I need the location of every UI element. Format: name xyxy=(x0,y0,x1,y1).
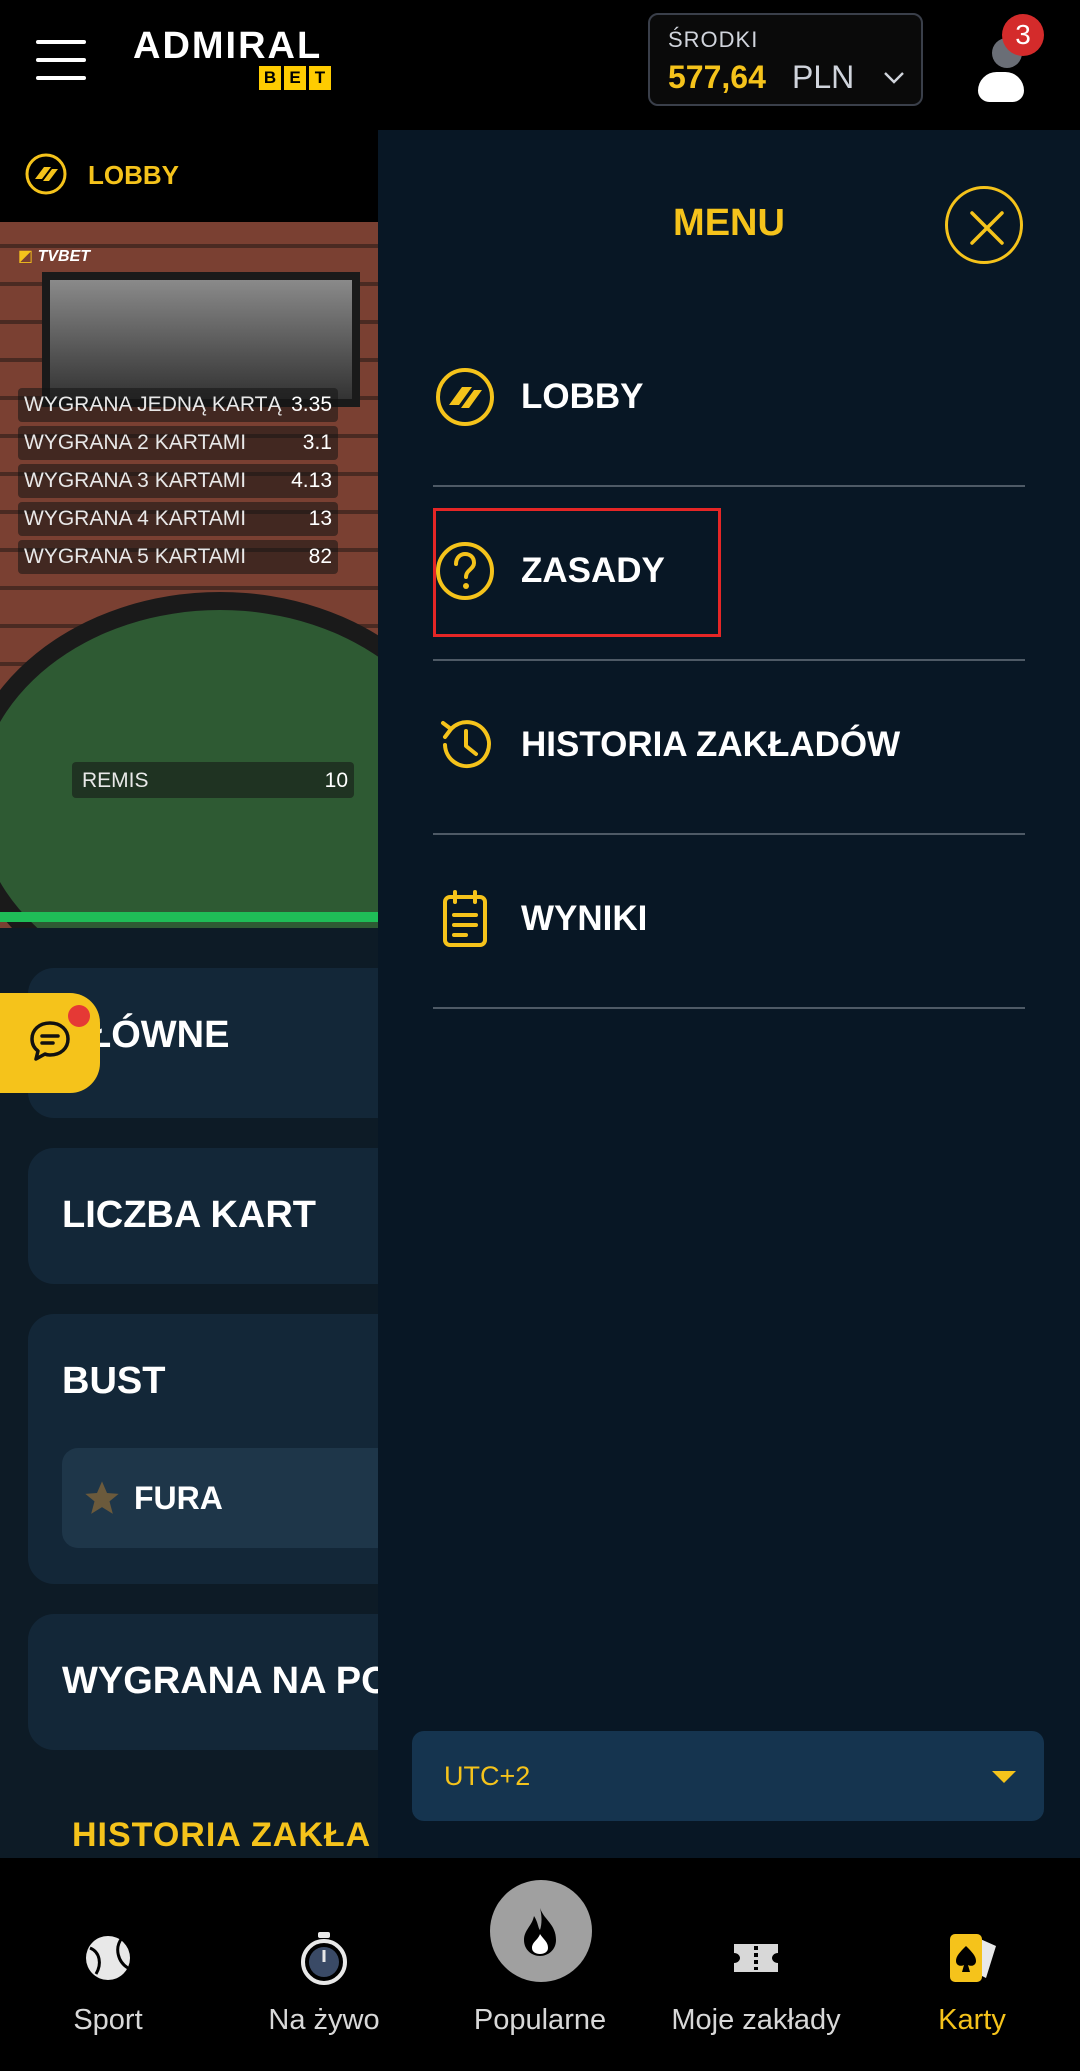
nav-sport[interactable]: Sport xyxy=(0,1858,216,2071)
menu-item-historia-zakladow[interactable]: HISTORIA ZAKŁADÓW xyxy=(433,661,1025,833)
section-title: WYGRANA NA PO xyxy=(62,1660,378,1702)
card-table xyxy=(0,592,378,928)
odds-row: WYGRANA 3 KARTAMI 4.13 xyxy=(18,464,338,498)
ball-icon xyxy=(86,1936,130,1980)
nav-moje-zaklady[interactable]: Moje zakłady xyxy=(648,1858,864,2071)
bet-section-bust[interactable]: BUST FURA xyxy=(28,1314,378,1584)
logo-bet: B E T xyxy=(259,66,331,90)
history-link[interactable]: HISTORIA ZAKŁA xyxy=(72,1816,371,1855)
remis-row: REMIS 10 xyxy=(72,762,354,798)
balance-label: ŚRODKI xyxy=(668,27,759,52)
round-progress-bar xyxy=(0,912,378,922)
menu-drawer: MENU LOBBY ZASADY HISTORIA ZAKŁADÓW WYNI… xyxy=(378,130,1080,1858)
history-icon xyxy=(441,720,491,769)
nav-popularne[interactable]: Popularne xyxy=(432,1858,648,2071)
bet-section-wygrana-na-po[interactable]: WYGRANA NA PO xyxy=(28,1614,378,1750)
lobby-icon xyxy=(25,153,67,195)
odds-value: 4.13 xyxy=(291,469,332,492)
stopwatch-icon xyxy=(301,1932,347,1985)
logo-letter: E xyxy=(284,66,306,90)
timezone-select[interactable]: UTC+2 xyxy=(412,1731,1044,1821)
odds-row: WYGRANA 2 KARTAMI 3.1 xyxy=(18,426,338,460)
balance-amount: 577,64 xyxy=(668,59,766,95)
user-account-button[interactable]: 3 xyxy=(970,14,1050,104)
progress-fill xyxy=(0,912,378,922)
odds-value: 3.35 xyxy=(291,393,332,416)
odds-label: WYGRANA 5 KARTAMI xyxy=(24,545,247,568)
nav-label: Popularne xyxy=(473,2004,607,2036)
odds-label: WYGRANA 4 KARTAMI xyxy=(24,507,247,530)
admiralbet-logo[interactable]: ADMIRAL B E T xyxy=(133,26,343,96)
close-menu-button[interactable] xyxy=(945,186,1023,264)
provider-label: TVBET xyxy=(37,248,91,265)
clipboard-icon xyxy=(443,890,487,947)
nav-label: Karty xyxy=(938,2004,1006,2036)
chat-notification-dot xyxy=(68,1005,90,1027)
odds-label: WYGRANA JEDNĄ KARTĄ xyxy=(24,393,282,416)
bet-option-fura[interactable]: FURA xyxy=(62,1448,378,1548)
menu-item-label: LOBBY xyxy=(521,377,644,416)
selection-highlight xyxy=(433,508,721,637)
lobby-label: LOBBY xyxy=(88,160,179,190)
section-title: LICZBA KART xyxy=(62,1194,316,1236)
odds-value: 82 xyxy=(308,545,332,568)
notification-badge: 3 xyxy=(1002,14,1044,56)
odds-row: WYGRANA 4 KARTAMI 13 xyxy=(18,502,338,536)
ticket-icon xyxy=(734,1944,778,1972)
timezone-value: UTC+2 xyxy=(444,1761,531,1791)
user-icon-body xyxy=(978,72,1024,102)
top-header: ADMIRAL B E T ŚRODKI 577,64 PLN 3 xyxy=(0,0,1080,130)
odds-row: WYGRANA 5 KARTAMI 82 xyxy=(18,540,338,574)
odds-list: WYGRANA JEDNĄ KARTĄ 3.35 WYGRANA 2 KARTA… xyxy=(18,388,338,578)
odds-value: 3.1 xyxy=(302,431,332,454)
section-title: BUST xyxy=(62,1360,166,1402)
menu-item-label: HISTORIA ZAKŁADÓW xyxy=(521,725,901,764)
remis-label: REMIS xyxy=(82,769,149,792)
chat-icon xyxy=(30,1021,70,1061)
nav-label: Sport xyxy=(73,2004,143,2036)
menu-item-label: WYNIKI xyxy=(521,899,648,938)
lobby-link[interactable]: LOBBY xyxy=(0,130,378,222)
section-title: ŁÓWNE xyxy=(88,1014,230,1056)
caret-down-icon xyxy=(992,1771,1016,1783)
lobby-icon xyxy=(436,368,494,426)
logo-letter: T xyxy=(309,66,331,90)
wall-picture xyxy=(42,272,360,407)
balance-dropdown[interactable]: ŚRODKI 577,64 PLN xyxy=(648,13,923,106)
provider-logo: ◩ TVBET xyxy=(18,248,91,265)
logo-text: ADMIRAL xyxy=(133,25,323,67)
balance-currency: PLN xyxy=(792,59,855,95)
menu-item-lobby[interactable]: LOBBY xyxy=(433,313,1025,485)
odds-label: WYGRANA 2 KARTAMI xyxy=(24,431,247,454)
chat-button[interactable] xyxy=(0,993,100,1093)
flame-icon xyxy=(524,1908,556,1956)
bet-section-liczba-kart[interactable]: LICZBA KART xyxy=(28,1148,378,1284)
game-video[interactable]: ◩ TVBET WYGRANA JEDNĄ KARTĄ 3.35 WYGRANA… xyxy=(0,222,378,928)
logo-letter: B xyxy=(259,66,281,90)
menu-item-wyniki[interactable]: WYNIKI xyxy=(433,835,1025,1007)
remis-value: 10 xyxy=(324,769,348,792)
star-icon[interactable] xyxy=(82,1478,122,1518)
odds-value: 13 xyxy=(308,507,332,530)
close-icon xyxy=(970,211,1004,245)
menu-divider xyxy=(433,1007,1025,1009)
odds-label: WYGRANA 3 KARTAMI xyxy=(24,469,247,492)
odds-row: WYGRANA JEDNĄ KARTĄ 3.35 xyxy=(18,388,338,422)
bet-option-label: FURA xyxy=(134,1480,223,1516)
nav-label: Na żywo xyxy=(268,2004,380,2036)
nav-label: Moje zakłady xyxy=(671,2004,841,2036)
chevron-down-icon xyxy=(884,72,904,84)
nav-karty[interactable]: Karty xyxy=(864,1858,1080,2071)
nav-na-zywo[interactable]: Na żywo xyxy=(216,1858,432,2071)
bottom-navigation: Sport Na żywo Popularne Moje zakłady Kar… xyxy=(0,1858,1080,2071)
hamburger-menu-icon[interactable] xyxy=(36,38,86,84)
cards-icon xyxy=(950,1934,996,1982)
